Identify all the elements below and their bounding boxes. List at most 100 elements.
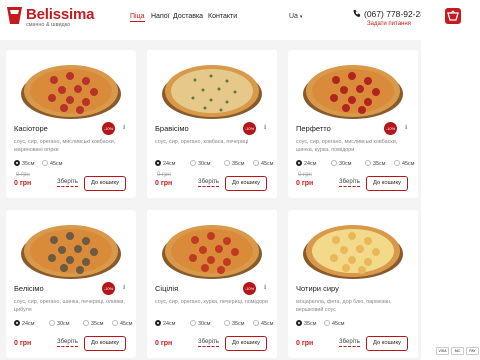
size-option[interactable]: 35см	[83, 320, 103, 327]
nav-contacts[interactable]: Контакти	[208, 13, 237, 20]
product-description: соус, сир, орегано, мисливські ковбаски,…	[296, 139, 398, 153]
radio-icon	[253, 160, 259, 166]
size-option[interactable]: 35см	[365, 160, 385, 167]
size-selector: 24см 30см 35см 45см	[155, 320, 275, 328]
product-description: соус, сир, орегано, курка, печериці, пом…	[155, 299, 268, 305]
radio-icon	[83, 320, 89, 326]
phone-icon	[353, 9, 361, 17]
size-option[interactable]: 45см	[112, 320, 132, 327]
info-icon[interactable]: ℹ	[405, 124, 407, 131]
brand-tagline: смачно & швидко	[26, 22, 71, 28]
phone-number[interactable]: (067) 778-92-28	[364, 9, 425, 19]
product-card: Сіцілія -10% ℹ соус, сир, орегано, курка,…	[147, 210, 277, 358]
ask-question-link[interactable]: Задати питання	[367, 21, 411, 27]
cart-icon[interactable]	[445, 8, 461, 24]
build-link[interactable]: Зберіть	[198, 339, 219, 347]
size-label: 24см	[304, 161, 317, 167]
product-name[interactable]: Сіцілія	[155, 284, 178, 293]
visa-icon: VISA	[436, 347, 449, 355]
size-label: 30см	[339, 161, 352, 167]
size-option[interactable]: 45см	[394, 160, 414, 167]
radio-icon	[253, 320, 259, 326]
size-label: 35см	[373, 161, 386, 167]
size-option[interactable]: 45см	[253, 320, 273, 327]
product-name[interactable]: Бравісімо	[155, 124, 189, 133]
build-link[interactable]: Зберіть	[339, 179, 360, 187]
product-description: соус, сир, орегано, мисливські ковбаски,…	[14, 139, 116, 153]
size-option[interactable]: 30см	[190, 320, 210, 327]
build-link[interactable]: Зберіть	[198, 179, 219, 187]
size-option[interactable]: 30см	[49, 320, 69, 327]
pizza-image[interactable]	[155, 56, 269, 120]
radio-icon	[296, 320, 302, 326]
language-label: Ua	[289, 13, 298, 20]
price: 0 грн	[296, 180, 314, 187]
product-name[interactable]: Перфетто	[296, 124, 331, 133]
size-option[interactable]: 35см	[296, 320, 316, 327]
cart-sidebar	[421, 0, 480, 360]
info-icon[interactable]: ℹ	[264, 284, 266, 291]
add-to-cart-button[interactable]: До кошику	[225, 176, 267, 191]
size-selector: 35см 45см	[296, 320, 416, 328]
size-option[interactable]: 35см	[224, 320, 244, 327]
add-to-cart-button[interactable]: До кошику	[366, 176, 408, 191]
product-description: соус, сир, орегано, шинка, печериці, оли…	[14, 299, 125, 313]
add-to-cart-button[interactable]: До кошику	[84, 336, 126, 351]
build-link[interactable]: Зберіть	[57, 179, 78, 187]
nav-delivery[interactable]: Доставка	[173, 13, 203, 20]
size-label: 35см	[91, 321, 104, 327]
size-option[interactable]: 24см	[296, 160, 316, 167]
size-option[interactable]: 45см	[324, 320, 344, 327]
size-option[interactable]: 35см	[14, 160, 34, 167]
pizza-image[interactable]	[296, 56, 410, 120]
logo-icon[interactable]	[6, 6, 23, 25]
size-label: 45см	[50, 161, 63, 167]
add-to-cart-button[interactable]: До кошику	[84, 176, 126, 191]
product-name[interactable]: Касіоторе	[14, 124, 48, 133]
pizza-image[interactable]	[14, 216, 128, 280]
size-option[interactable]: 35см	[224, 160, 244, 167]
info-icon[interactable]: ℹ	[123, 284, 125, 291]
site-header: Belissima смачно & швидко Піца Напої Дос…	[0, 0, 480, 40]
info-icon[interactable]: ℹ	[123, 124, 125, 131]
pizza-image[interactable]	[296, 216, 410, 280]
size-label: 30см	[57, 321, 70, 327]
mastercard-icon: MC	[451, 347, 464, 355]
size-option[interactable]: 30см	[190, 160, 210, 167]
brand-name[interactable]: Belissima	[26, 6, 94, 23]
size-selector: 24см 30см 35см 45см	[155, 160, 275, 168]
radio-icon	[365, 160, 371, 166]
pay-icon: PAY	[466, 347, 479, 355]
pizza-image[interactable]	[155, 216, 269, 280]
size-option[interactable]: 45см	[253, 160, 273, 167]
product-card: Бравісімо -10% ℹ соус, сир, орегано, ковб…	[147, 50, 277, 198]
info-icon[interactable]: ℹ	[264, 124, 266, 131]
nav-pizza[interactable]: Піца	[130, 13, 145, 22]
discount-badge: -10%	[102, 282, 115, 295]
size-option[interactable]: 24см	[14, 320, 34, 327]
old-price: 0 грн	[157, 172, 171, 178]
price: 0 грн	[14, 180, 32, 187]
size-option[interactable]: 45см	[42, 160, 62, 167]
product-name[interactable]: Чотири сиру	[296, 284, 339, 293]
size-selector: 24см 30см 35см 45см	[296, 160, 416, 168]
radio-icon	[224, 160, 230, 166]
nav-drinks[interactable]: Напої	[151, 13, 170, 20]
size-option[interactable]: 30см	[331, 160, 351, 167]
build-link[interactable]: Зберіть	[339, 339, 360, 347]
product-card: Чотири сиру моцарелла, фета, дор блю, па…	[288, 210, 418, 358]
language-select[interactable]: Ua ▾	[289, 13, 302, 20]
product-name[interactable]: Белісімо	[14, 284, 44, 293]
size-label: 24см	[163, 321, 176, 327]
size-option[interactable]: 24см	[155, 160, 175, 167]
size-label: 45см	[120, 321, 133, 327]
size-label: 35см	[304, 321, 317, 327]
add-to-cart-button[interactable]: До кошику	[366, 336, 408, 351]
radio-icon	[331, 160, 337, 166]
add-to-cart-button[interactable]: До кошику	[225, 336, 267, 351]
pizza-image[interactable]	[14, 56, 128, 120]
build-link[interactable]: Зберіть	[57, 339, 78, 347]
size-label: 24см	[22, 321, 35, 327]
product-card: Касіоторе -10% ℹ соус, сир, орегано, мисл…	[6, 50, 136, 198]
size-option[interactable]: 24см	[155, 320, 175, 327]
